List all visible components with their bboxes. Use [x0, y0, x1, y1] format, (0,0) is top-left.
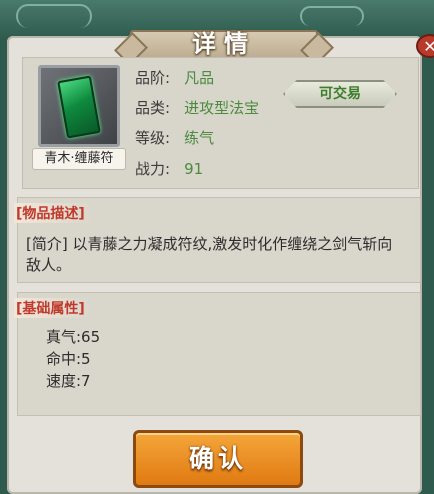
attr-category: 品类: 进攻型法宝 [135, 99, 260, 117]
attr-level: 等级: 练气 [135, 129, 215, 147]
cloud-decoration [300, 6, 364, 26]
stat-true-qi: 真气:65 [46, 328, 101, 346]
confirm-button[interactable]: 确认 [133, 430, 303, 488]
item-icon-frame[interactable] [38, 65, 120, 147]
tradable-badge: 可交易 [283, 80, 397, 108]
talisman-item-icon [57, 75, 101, 139]
panel-title: 详情 [192, 30, 256, 58]
stat-hit: 命中:5 [46, 350, 91, 368]
description-text: [简介] 以青藤之力凝成符纹,激发时化作缠绕之剑气斩向敌人。 [26, 235, 393, 274]
stat-speed: 速度:7 [46, 372, 91, 390]
attr-power: 战力: 91 [135, 160, 204, 178]
cloud-decoration [16, 4, 92, 28]
description-section-title: [物品描述] [14, 203, 93, 223]
attr-grade: 品阶: 凡品 [135, 69, 215, 87]
base-attributes-section-title: [基础属性] [14, 298, 93, 318]
close-button[interactable]: ✕ [416, 34, 434, 58]
item-name-label: 青木·缠藤符 [32, 148, 126, 170]
close-icon: ✕ [423, 37, 434, 56]
